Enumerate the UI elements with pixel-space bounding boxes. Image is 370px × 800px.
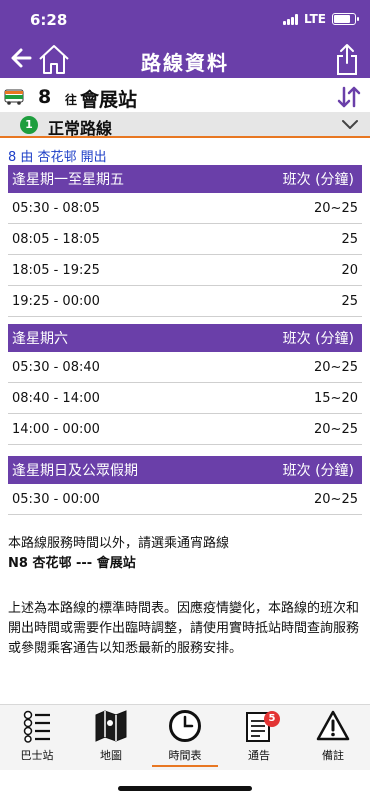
share-icon[interactable] [334,42,360,76]
route-number: 8 [38,86,52,108]
frequency: 20~25 [314,200,358,216]
freq-header: 班次 (分鐘) [282,331,354,347]
time-range: 05:30 - 08:40 [12,359,100,375]
frequency: 15~20 [314,390,358,406]
time-range: 08:40 - 14:00 [12,390,100,406]
freq-header: 班次 (分鐘) [282,463,354,479]
nav-bar: 路線資料 [0,40,370,78]
bus-stops-icon [23,710,50,743]
tab-label: 時間表 [168,749,202,762]
route-variant-selector[interactable]: 1 正常路線 [0,112,370,138]
frequency: 20~25 [314,359,358,375]
overnight-route-link[interactable]: N8 杏花邨 --- 會展站 [8,554,229,574]
status-bar: 6:28 LTE [0,0,370,40]
note-text: 本路線服務時間以外，請選乘通宵路線 [8,536,230,551]
active-tab-indicator [152,765,218,767]
signal-icon [282,13,298,25]
time-range: 14:00 - 00:00 [12,421,100,437]
timetable-weekdays: 逢星期一至星期五 班次 (分鐘) 05:30 - 08:05 20~25 08:… [8,165,362,317]
frequency: 25 [341,231,358,247]
battery-icon [332,13,359,25]
tab-label: 備註 [322,749,344,762]
table-header: 逢星期日及公眾假期 班次 (分鐘) [8,456,362,484]
table-row: 08:05 - 18:05 25 [8,224,362,255]
table-header: 逢星期一至星期五 班次 (分鐘) [8,165,362,193]
time-range: 05:30 - 00:00 [12,491,100,507]
departure-info: 8 由 杏花邨 開出 [8,150,107,165]
tab-label: 巴士站 [20,749,54,762]
table-row: 05:30 - 08:05 20~25 [8,193,362,224]
home-indicator [118,786,252,791]
notice-count-badge: 5 [264,711,280,727]
tab-label: 通告 [248,749,270,762]
timetable-sunday-holiday: 逢星期日及公眾假期 班次 (分鐘) 05:30 - 00:00 20~25 [8,456,362,515]
frequency: 20~25 [314,491,358,507]
swap-direction-icon[interactable] [336,85,362,109]
table-row: 14:00 - 00:00 20~25 [8,414,362,445]
time-range: 19:25 - 00:00 [12,293,100,309]
to-label: 往 [65,93,78,107]
frequency: 20~25 [314,421,358,437]
timetable-saturday: 逢星期六 班次 (分鐘) 05:30 - 08:40 20~25 08:40 -… [8,324,362,445]
overnight-route-note: 本路線服務時間以外，請選乘通宵路線 N8 杏花邨 --- 會展站 [8,534,229,574]
freq-header: 班次 (分鐘) [282,172,354,188]
variant-label: 正常路線 [48,119,113,138]
route-header: 8 往 會展站 [0,80,370,112]
frequency: 25 [341,293,358,309]
table-row: 08:40 - 14:00 15~20 [8,383,362,414]
time-range: 08:05 - 18:05 [12,231,100,247]
table-row: 05:30 - 00:00 20~25 [8,484,362,515]
table-header: 逢星期六 班次 (分鐘) [8,324,362,352]
tab-label: 地圖 [100,749,122,762]
frequency: 20 [341,262,358,278]
time-range: 05:30 - 08:05 [12,200,100,216]
tab-timetable[interactable]: 時間表 [148,709,222,767]
tab-remarks[interactable]: 備註 [296,709,370,767]
table-row: 18:05 - 19:25 20 [8,255,362,286]
tab-notices[interactable]: 5 通告 [222,709,296,767]
warning-icon [316,710,350,741]
chevron-down-icon[interactable] [340,117,360,131]
tab-bar: 巴士站 地圖 時間表 5 通告 備註 [0,704,370,770]
clock-icon [169,710,201,742]
day-header: 逢星期一至星期五 [12,172,124,188]
map-icon [95,710,127,742]
day-header: 逢星期日及公眾假期 [12,463,138,479]
page-title: 路線資料 [141,51,229,75]
day-header: 逢星期六 [12,331,68,347]
status-indicators: LTE [282,12,359,26]
timetable-disclaimer: 上述為本路線的標準時間表。因應疫情變化，本路線的班次和開出時間或需要作出臨時調整… [8,601,360,656]
tab-bus-stops[interactable]: 巴士站 [0,709,74,767]
status-time: 6:28 [30,11,68,29]
route-destination: 會展站 [80,89,138,111]
time-range: 18:05 - 19:25 [12,262,100,278]
network-label: LTE [303,12,326,26]
bus-icon [4,89,24,105]
variant-badge: 1 [20,116,38,134]
table-row: 19:25 - 00:00 25 [8,286,362,317]
tab-map[interactable]: 地圖 [74,709,148,767]
table-row: 05:30 - 08:40 20~25 [8,352,362,383]
